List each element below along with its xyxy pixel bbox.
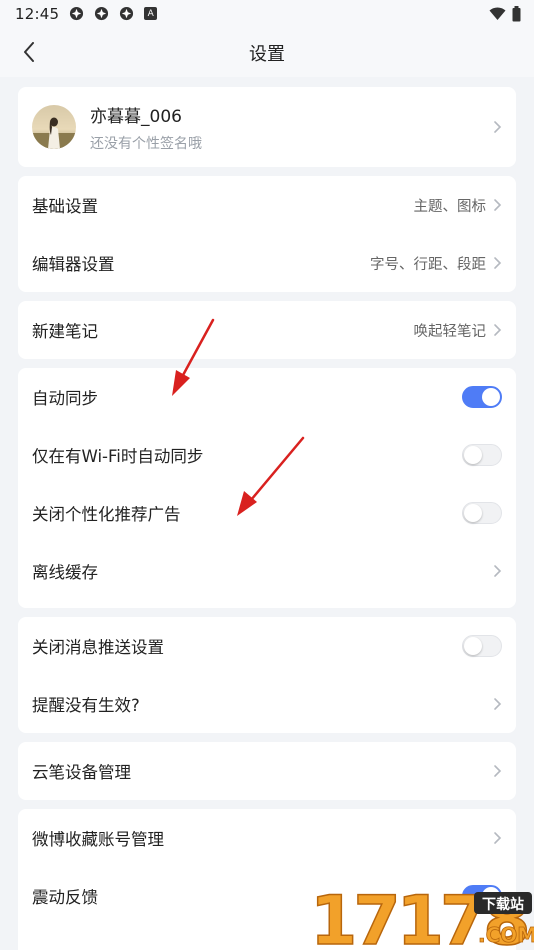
close-ads-toggle[interactable]: [462, 502, 502, 524]
chevron-right-icon: [494, 324, 502, 336]
pen-devices-label: 云笔设备管理: [32, 763, 131, 782]
title-bar: 设置: [0, 27, 534, 77]
profile-card[interactable]: 亦暮暮_006 还没有个性签名哦: [18, 87, 516, 167]
toggle-knob: [464, 504, 482, 522]
avatar: [32, 105, 76, 149]
pen-devices-row[interactable]: 云笔设备管理: [18, 742, 516, 800]
basic-settings-row[interactable]: 基础设置 主题、图标: [18, 176, 516, 234]
chevron-right-icon: [494, 199, 502, 211]
wifi-sync-row: 仅在有Wi-Fi时自动同步: [18, 426, 516, 484]
wifi-icon: [489, 7, 506, 20]
chevron-right-icon: [494, 698, 502, 710]
status-bar: 12:45 A: [0, 0, 534, 27]
basic-settings-value: 主题、图标: [413, 198, 487, 215]
app-notification-icon: [120, 6, 134, 21]
weibo-accounts-label: 微博收藏账号管理: [32, 830, 164, 849]
wifi-sync-toggle[interactable]: [462, 444, 502, 466]
offline-cache-row[interactable]: 离线缓存: [18, 542, 516, 600]
chevron-right-icon: [494, 565, 502, 577]
notification-settings-card: 关闭消息推送设置 提醒没有生效?: [18, 617, 516, 733]
auto-sync-row: 自动同步: [18, 368, 516, 426]
close-ads-label: 关闭个性化推荐广告: [32, 505, 181, 524]
reminder-label: 提醒没有生效?: [32, 696, 140, 715]
editor-settings-row[interactable]: 编辑器设置 字号、行距、段距: [18, 234, 516, 292]
app-notification-icon: [70, 6, 84, 21]
watermark-logo: 17178 下载站 .COM: [309, 881, 534, 950]
sync-settings-card: 自动同步 仅在有Wi-Fi时自动同步 关闭个性化推荐广告 离线缓存: [18, 368, 516, 608]
display-settings-card: 基础设置 主题、图标 编辑器设置 字号、行距、段距: [18, 176, 516, 292]
chevron-right-icon: [494, 832, 502, 844]
toggle-knob: [464, 446, 482, 464]
chevron-right-icon: [494, 765, 502, 777]
pen-devices-card: 云笔设备管理: [18, 742, 516, 800]
app-notification-icon: [95, 6, 109, 21]
basic-settings-label: 基础设置: [32, 197, 98, 216]
editor-settings-value: 字号、行距、段距: [370, 256, 486, 273]
close-push-label: 关闭消息推送设置: [32, 638, 164, 657]
reminder-row[interactable]: 提醒没有生效?: [18, 675, 516, 733]
username: 亦暮暮_006: [90, 106, 182, 127]
chevron-right-icon: [494, 121, 502, 133]
auto-sync-toggle[interactable]: [462, 386, 502, 408]
new-note-label: 新建笔记: [32, 322, 98, 341]
new-note-card: 新建笔记 唤起轻笔记: [18, 301, 516, 359]
site-watermark: 17178 下载站 .COM: [306, 870, 534, 950]
offline-cache-label: 离线缓存: [32, 563, 98, 582]
chevron-right-icon: [494, 257, 502, 269]
auto-sync-label: 自动同步: [32, 389, 98, 408]
battery-icon: [512, 5, 521, 21]
close-ads-row: 关闭个性化推荐广告: [18, 484, 516, 542]
signature: 还没有个性签名哦: [90, 135, 202, 152]
status-badge: A: [144, 7, 158, 20]
close-push-row: 关闭消息推送设置: [18, 617, 516, 675]
new-note-row[interactable]: 新建笔记 唤起轻笔记: [18, 301, 516, 359]
new-note-value: 唤起轻笔记: [413, 323, 487, 340]
weibo-accounts-row[interactable]: 微博收藏账号管理: [18, 809, 516, 867]
toggle-knob: [464, 637, 482, 655]
wifi-sync-label: 仅在有Wi-Fi时自动同步: [32, 447, 204, 466]
profile-row[interactable]: 亦暮暮_006 还没有个性签名哦: [18, 87, 516, 167]
profile-text: 亦暮暮_006 还没有个性签名哦: [90, 102, 492, 153]
watermark-suffix: .COM: [478, 923, 534, 947]
editor-settings-label: 编辑器设置: [32, 255, 115, 274]
status-time: 12:45: [15, 4, 60, 23]
toggle-knob: [482, 388, 500, 406]
watermark-tag: 下载站: [482, 896, 524, 913]
close-push-toggle[interactable]: [462, 635, 502, 657]
page-title: 设置: [249, 44, 285, 65]
